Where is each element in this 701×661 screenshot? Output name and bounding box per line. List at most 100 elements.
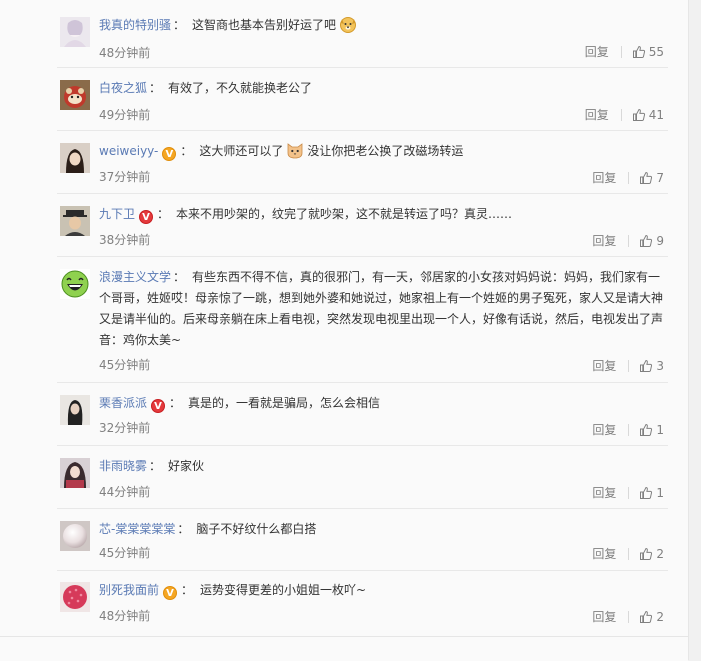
divider [57, 508, 668, 509]
comment-body: 浪漫主义文学：有些东西不得不信，真的很邪门，有一天，邻居家的小女孩对妈妈说：妈妈… [99, 267, 668, 351]
like-button[interactable]: 9 [639, 234, 664, 248]
divider [628, 234, 630, 247]
comment-body: 九下卫 V： 本来不用吵架的，纹完了就吵架，这不就是转运了吗？真灵…… [99, 204, 664, 225]
colon: ： [169, 396, 182, 410]
verified-badge-icon: V [151, 399, 166, 413]
comment-time: 44分钟前 [99, 485, 151, 499]
reply-button[interactable]: 回复 [585, 106, 609, 123]
thumbs-up-icon [640, 234, 653, 247]
divider [628, 610, 630, 623]
comment-text: 脑子不好纹什么都白搭 [196, 522, 317, 536]
comment-username[interactable]: weiweiyy- [99, 144, 158, 158]
avatar[interactable] [60, 80, 90, 110]
comment-text: 没让你把老公换了改磁场转运 [307, 144, 464, 158]
reply-button[interactable]: 回复 [592, 608, 616, 625]
avatar[interactable] [60, 206, 90, 236]
comment-text: 运势变得更差的小姐姐一枚吖~ [200, 583, 367, 597]
verified-badge-icon: V [163, 586, 178, 600]
comment-actions: 回复 41 [585, 106, 664, 123]
like-count: 55 [648, 44, 664, 59]
avatar[interactable] [60, 143, 90, 173]
colon: ： [173, 270, 186, 284]
comment-body: 我真的特别骚： 这智商也基本告别好运了吧 [99, 15, 664, 36]
comment-item: 栗香派派 V： 真是的，一看就是骗局，怎么会相信 32分钟前 回复 1 [0, 393, 688, 446]
comment-item: 浪漫主义文学：有些东西不得不信，真的很邪门，有一天，邻居家的小女孩对妈妈说：妈妈… [0, 267, 688, 383]
reply-button[interactable]: 回复 [592, 545, 616, 562]
thumbs-up-icon [640, 171, 653, 184]
comment-text: 有效了，不久就能换老公了 [168, 81, 313, 95]
avatar[interactable] [60, 17, 90, 47]
avatar[interactable] [60, 395, 90, 425]
like-count: 1 [656, 485, 664, 500]
thumbs-up-icon [640, 359, 653, 372]
comment-time: 38分钟前 [99, 233, 151, 247]
comment-time: 48分钟前 [99, 46, 151, 60]
comment-body: weiweiyy- V： 这大师还可以了 没让你把老公换了改磁场转运 [99, 141, 664, 162]
comment-username[interactable]: 非雨晓雾 [99, 459, 147, 473]
comment-username[interactable]: 我真的特别骚 [99, 18, 171, 32]
comment-actions: 回复 1 [592, 484, 664, 501]
divider [620, 45, 622, 58]
comment-item: 芯-棠棠棠棠棠： 脑子不好纹什么都白搭 45分钟前 回复 2 [0, 519, 688, 571]
comment-body: 非雨晓雾： 好家伙 [99, 456, 664, 477]
comment-item: 别死我面前 V： 运势变得更差的小姐姐一枚吖~ 48分钟前 回复 2 [0, 580, 688, 634]
avatar[interactable] [60, 458, 90, 488]
divider [628, 359, 630, 372]
comment-time: 48分钟前 [99, 609, 151, 623]
like-button[interactable]: 2 [639, 610, 664, 624]
like-count: 2 [656, 609, 664, 624]
comment-time: 37分钟前 [99, 170, 151, 184]
reply-button[interactable]: 回复 [592, 232, 616, 249]
divider [57, 130, 668, 131]
comment-actions: 回复 55 [585, 43, 664, 60]
reply-button[interactable]: 回复 [592, 357, 616, 374]
reply-button[interactable]: 回复 [585, 43, 609, 60]
comment-username[interactable]: 九下卫 [99, 207, 135, 221]
thumbs-up-icon [640, 547, 653, 560]
like-count: 2 [656, 546, 664, 561]
like-button[interactable]: 3 [639, 359, 664, 373]
comment-username[interactable]: 别死我面前 [99, 583, 159, 597]
like-button[interactable]: 7 [639, 171, 664, 185]
avatar[interactable] [60, 582, 90, 612]
divider [628, 171, 630, 184]
comment-item: weiweiyy- V： 这大师还可以了 没让你把老公换了改磁场转运 37分钟前 回复… [0, 141, 688, 194]
thumbs-up-icon [632, 45, 645, 58]
like-button[interactable]: 41 [632, 108, 664, 122]
more-comments-bar [0, 636, 688, 661]
divider [57, 570, 668, 571]
comment-text: 这智商也基本告别好运了吧 [192, 18, 337, 32]
doge-emoji-icon [339, 15, 357, 33]
comment-text: 这大师还可以了 [199, 144, 284, 158]
comment-actions: 回复 2 [592, 608, 664, 625]
divider [57, 256, 668, 257]
like-count: 1 [656, 422, 664, 437]
verified-badge-icon: V [162, 147, 177, 161]
like-button[interactable]: 2 [639, 547, 664, 561]
comment-username[interactable]: 芯-棠棠棠棠棠 [99, 522, 175, 536]
like-button[interactable]: 1 [639, 486, 664, 500]
comment-time: 45分钟前 [99, 546, 151, 560]
colon: ： [149, 81, 162, 95]
verified-badge-icon: V [139, 210, 154, 224]
comment-username[interactable]: 浪漫主义文学 [99, 270, 171, 284]
comment-username[interactable]: 白夜之狐 [99, 81, 147, 95]
reply-button[interactable]: 回复 [592, 484, 616, 501]
colon: ： [157, 207, 170, 221]
comment-actions: 回复 2 [592, 545, 664, 562]
reply-button[interactable]: 回复 [592, 169, 616, 186]
thumbs-up-icon [632, 108, 645, 121]
colon: ： [173, 18, 186, 32]
reply-button[interactable]: 回复 [592, 421, 616, 438]
avatar[interactable] [60, 521, 90, 551]
comment-item: 非雨晓雾： 好家伙 44分钟前 回复 1 [0, 456, 688, 509]
comment-text: 真是的，一看就是骗局，怎么会相信 [188, 396, 381, 410]
comment-username[interactable]: 栗香派派 [99, 396, 147, 410]
colon: ： [177, 522, 190, 536]
avatar[interactable] [60, 269, 90, 299]
comment-item: 我真的特别骚： 这智商也基本告别好运了吧 48分钟前 回复 55 [0, 15, 688, 68]
comment-body: 栗香派派 V： 真是的，一看就是骗局，怎么会相信 [99, 393, 664, 414]
like-button[interactable]: 55 [632, 45, 664, 59]
like-button[interactable]: 1 [639, 423, 664, 437]
divider [57, 67, 668, 68]
